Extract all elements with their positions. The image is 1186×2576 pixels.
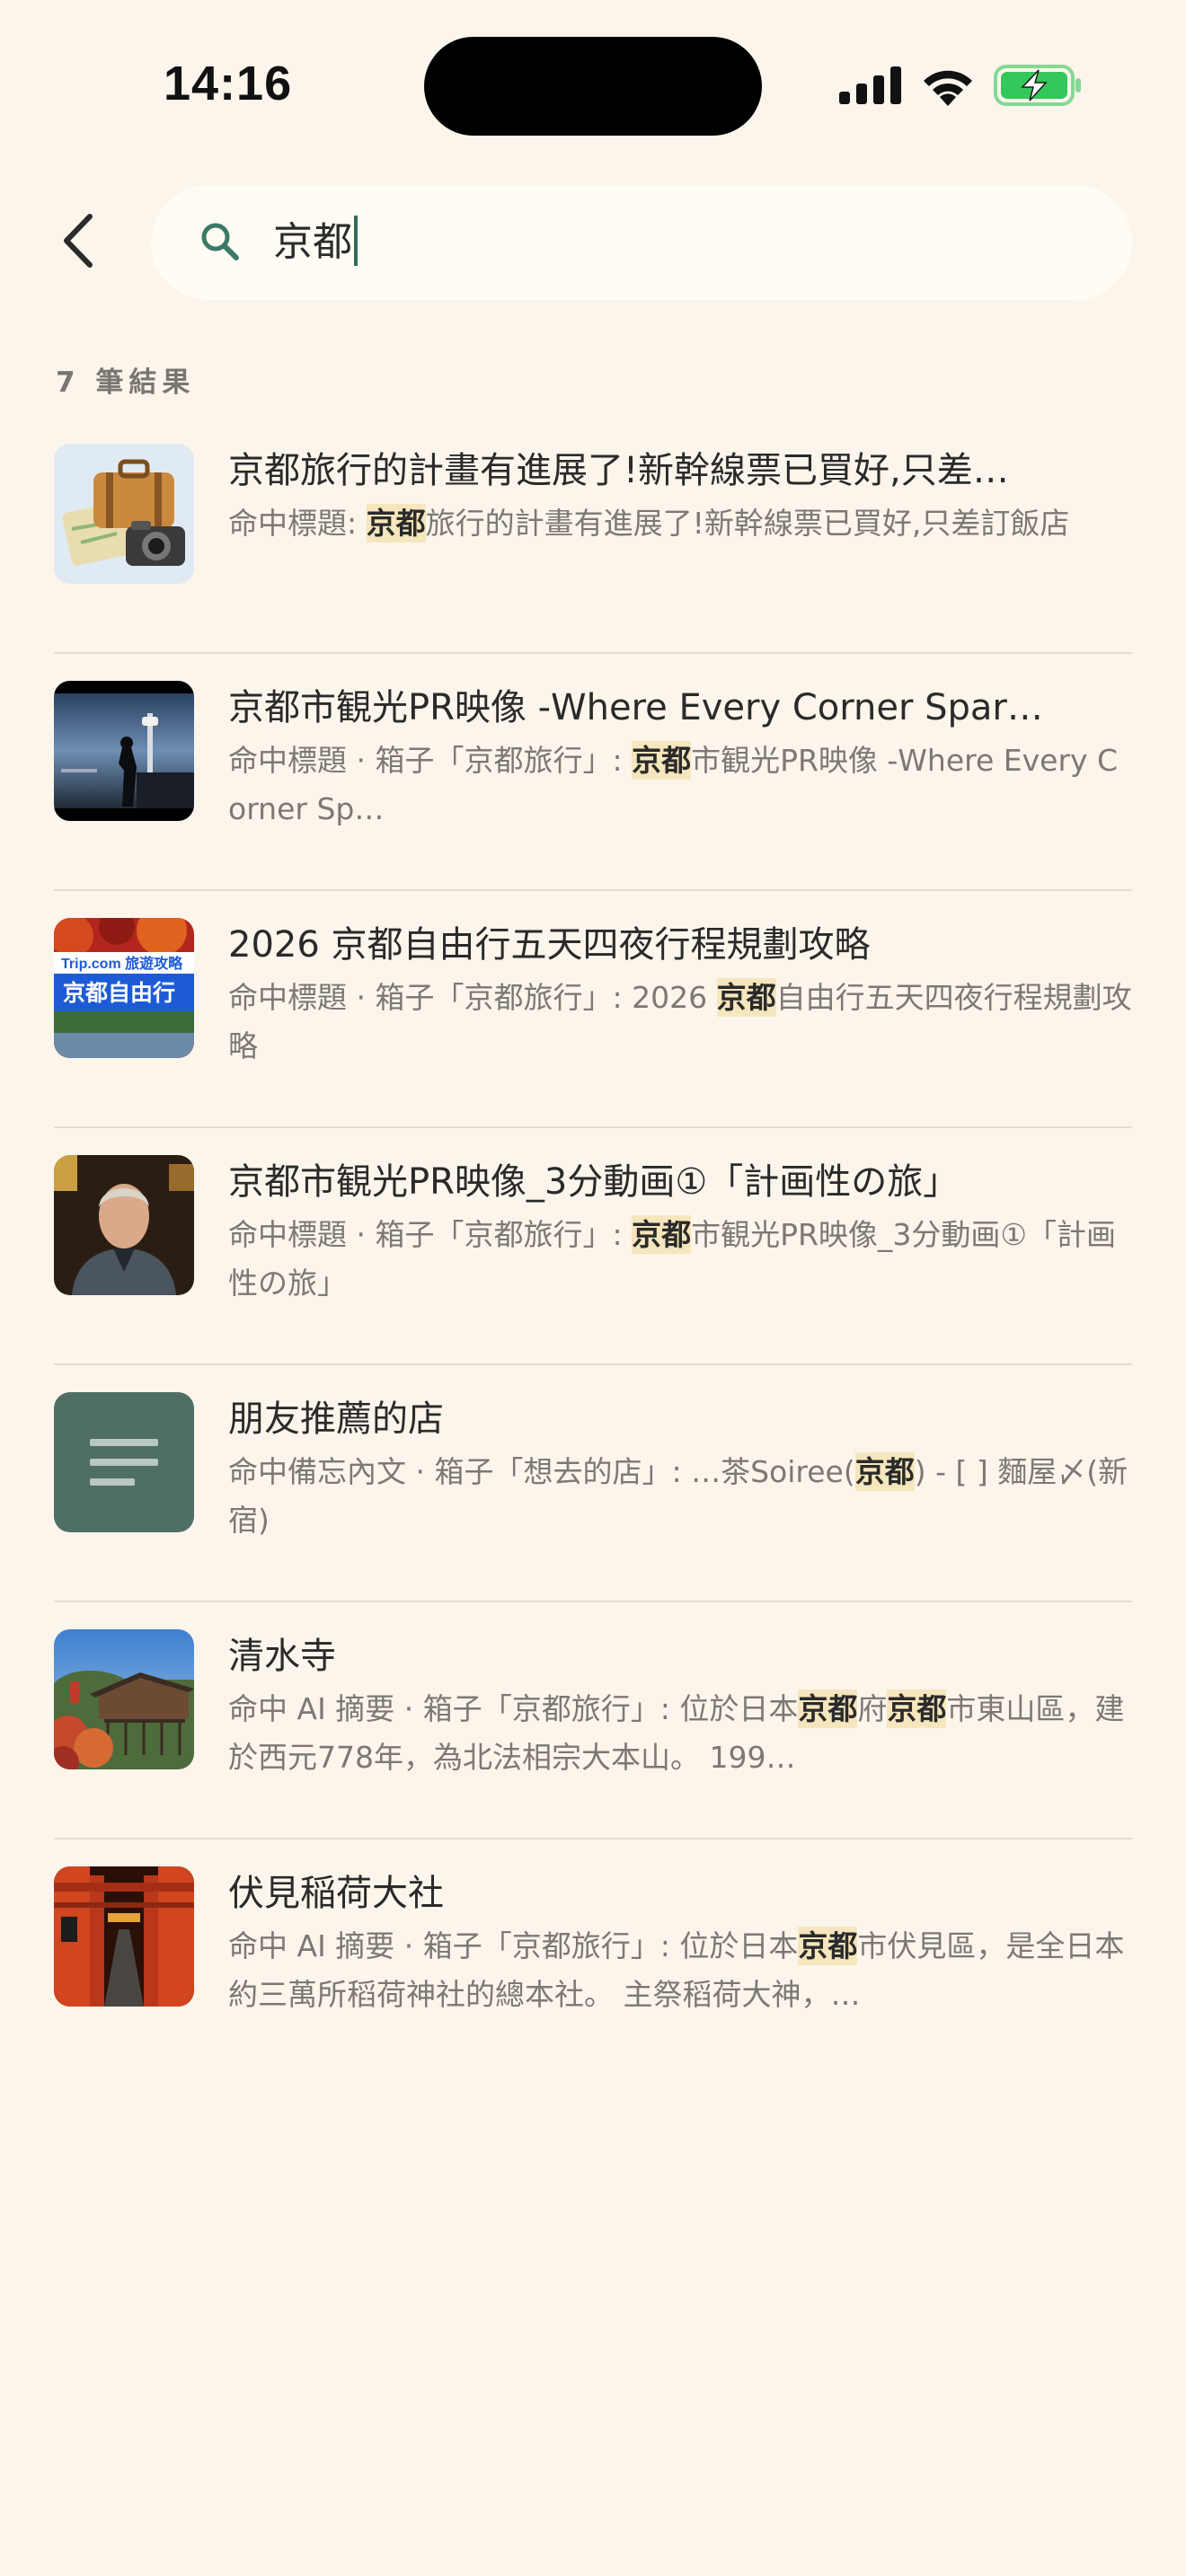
result-title: 京都市観光PR映像 -Where Every Corner Spar… (228, 687, 1043, 728)
note-lines-icon (54, 1392, 194, 1532)
match-highlight: 京都 (632, 741, 692, 780)
snippet-text: 命中 AI 摘要 · 箱子「京都旅行」: 位於日本 (228, 1691, 799, 1726)
match-highlight: 京都 (887, 1689, 947, 1728)
snippet-text: 旅行的計畫有進展了!新幹線票已買好,只差訂飯店 (425, 506, 1070, 541)
match-highlight: 京都 (366, 504, 426, 543)
status-time: 14:16 (164, 57, 293, 110)
banner-brand-text: Trip.com 旅遊攻略 (61, 955, 183, 972)
search-input[interactable]: 京都 (273, 201, 1082, 284)
result-item[interactable]: 京都市観光PR映像_3分動画①「計画性の旅」 命中標題 · 箱子「京都旅行」: … (54, 1128, 1132, 1365)
status-bar: 14:16 (0, 0, 1186, 171)
man-portrait-photo (54, 1155, 194, 1295)
result-item[interactable]: 京都旅行的計畫有進展了!新幹線票已買好,只差… 命中標題: 京都旅行的計畫有進展… (54, 417, 1132, 654)
match-highlight: 京都 (798, 1927, 858, 1965)
kyoto-tower-photo (54, 681, 194, 821)
result-title: 京都旅行的計畫有進展了!新幹線票已買好,只差… (228, 450, 1009, 491)
snippet-text: 命中標題: (228, 506, 367, 541)
match-highlight: 京都 (716, 978, 776, 1017)
thumbnail (54, 681, 194, 821)
result-title: 朋友推薦的店 (228, 1398, 444, 1440)
banner-title-text: 京都自由行 (63, 980, 175, 1006)
result-item[interactable]: 京都市観光PR映像 -Where Every Corner Spar… 命中標題… (54, 654, 1132, 891)
dynamic-island (424, 37, 762, 136)
result-item[interactable]: 伏見稲荷大社 命中 AI 摘要 · 箱子「京都旅行」: 位於日本京都市伏見區，是… (54, 1839, 1132, 2077)
back-button[interactable] (47, 203, 111, 278)
status-icons (836, 63, 1087, 108)
battery-charging-icon (994, 65, 1081, 106)
result-item[interactable]: 朋友推薦的店 命中備忘內文 · 箱子「想去的店」: …茶Soiree(京都) -… (54, 1365, 1132, 1602)
result-title: 伏見稲荷大社 (228, 1873, 444, 1914)
chevron-left-icon (64, 214, 93, 268)
cellular-signal-icon (839, 66, 901, 104)
thumbnail (54, 444, 194, 584)
luggage-camera-map-icon (54, 444, 194, 584)
snippet-text: 命中標題 · 箱子「京都旅行」: (228, 743, 633, 778)
search-icon (201, 223, 239, 260)
result-title: 2026 京都自由行五天四夜行程規劃攻略 (228, 924, 871, 966)
results-count: 7 筆結果 (56, 366, 196, 399)
text-caret (354, 216, 358, 266)
result-snippet: 命中備忘內文 · 箱子「想去的店」: …茶Soiree(京都) - [ ] 麵屋… (228, 1448, 1132, 1545)
thumbnail (54, 1392, 194, 1532)
result-snippet: 命中 AI 摘要 · 箱子「京都旅行」: 位於日本京都府京都市東山區，建於西元7… (228, 1685, 1132, 1782)
result-snippet: 命中標題: 京都旅行的計畫有進展了!新幹線票已買好,只差訂飯店 (228, 499, 1132, 596)
result-title: 京都市観光PR映像_3分動画①「計画性の旅」 (228, 1161, 960, 1203)
snippet-text: 命中 AI 摘要 · 箱子「京都旅行」: 位於日本 (228, 1928, 799, 1963)
snippet-text: 命中備忘內文 · 箱子「想去的店」: …茶Soiree( (228, 1454, 855, 1489)
match-highlight: 京都 (854, 1452, 915, 1491)
kiyomizu-temple-photo (54, 1629, 194, 1769)
match-highlight: 京都 (798, 1689, 858, 1728)
result-item[interactable]: Trip.com 旅遊攻略 京都自由行 2026 京都自由行五天四夜行程規劃攻略… (54, 891, 1132, 1128)
snippet-text: 府 (857, 1691, 888, 1726)
result-snippet: 命中標題 · 箱子「京都旅行」: 京都市観光PR映像 -Where Every … (228, 737, 1132, 834)
torii-gates-photo (54, 1866, 194, 2007)
result-snippet: 命中標題 · 箱子「京都旅行」: 2026 京都自由行五天四夜行程規劃攻略 (228, 974, 1132, 1071)
search-query-text: 京都 (273, 219, 352, 265)
wifi-icon (924, 70, 972, 106)
trip-com-banner: Trip.com 旅遊攻略 京都自由行 (54, 918, 194, 1058)
thumbnail (54, 1155, 194, 1295)
snippet-text: 命中標題 · 箱子「京都旅行」: (228, 1217, 633, 1252)
thumbnail (54, 1629, 194, 1769)
snippet-text: 命中標題 · 箱子「京都旅行」: 2026 (228, 980, 717, 1015)
result-item[interactable]: 清水寺 命中 AI 摘要 · 箱子「京都旅行」: 位於日本京都府京都市東山區，建… (54, 1602, 1132, 1839)
result-snippet: 命中標題 · 箱子「京都旅行」: 京都市観光PR映像_3分動画①「計画性の旅」 (228, 1211, 1132, 1308)
match-highlight: 京都 (632, 1215, 692, 1254)
thumbnail (54, 1866, 194, 2007)
result-snippet: 命中 AI 摘要 · 箱子「京都旅行」: 位於日本京都市伏見區，是全日本約三萬所… (228, 1922, 1132, 2019)
result-list: 京都旅行的計畫有進展了!新幹線票已買好,只差… 命中標題: 京都旅行的計畫有進展… (54, 417, 1132, 2077)
search-bar[interactable]: 京都 (151, 185, 1132, 300)
result-title: 清水寺 (228, 1636, 336, 1677)
thumbnail: Trip.com 旅遊攻略 京都自由行 (54, 918, 194, 1058)
